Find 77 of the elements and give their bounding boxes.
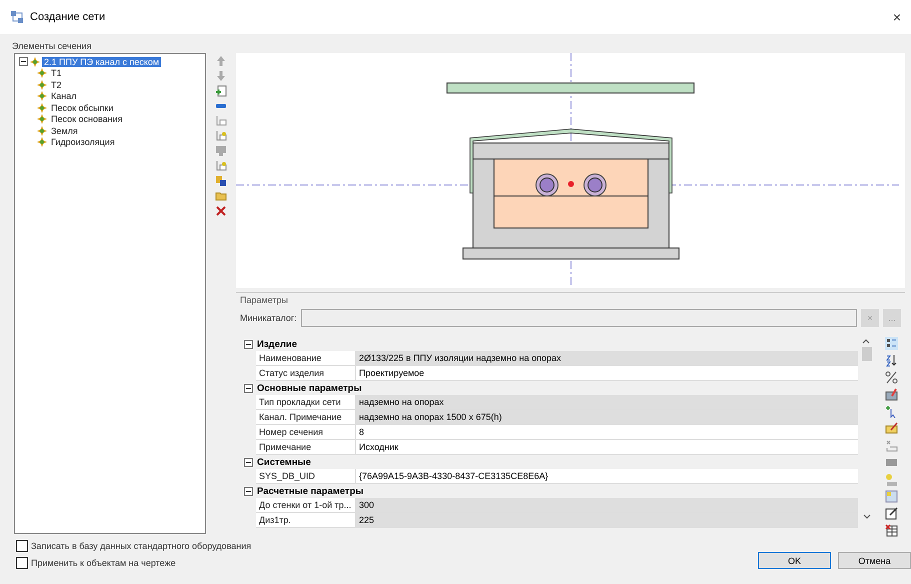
field-label: Миникаталог:: [240, 313, 297, 323]
checkbox[interactable]: [16, 557, 28, 569]
property-value[interactable]: {76A99A15-9A3B-4330-8437-CE3135CE8E6A}: [356, 469, 858, 483]
property-name: Тип прокладки сети: [256, 395, 356, 409]
image-edit-icon[interactable]: [884, 388, 898, 401]
dialog-button[interactable]: Отмена: [838, 552, 911, 569]
folder-icon[interactable]: [215, 190, 227, 202]
property-value[interactable]: 225: [356, 513, 858, 527]
collapse-icon[interactable]: [244, 384, 253, 392]
property-value[interactable]: 2Ø133/225 в ППУ изоляции надземно на опорах: [356, 351, 858, 365]
minicatalog-field[interactable]: [300, 309, 857, 327]
property-name: Диз1тр.: [256, 513, 356, 527]
node-icon: [37, 126, 47, 136]
property-name: Номер сечения: [256, 425, 356, 439]
grid-icon[interactable]: [884, 490, 898, 503]
node-icon: [37, 68, 47, 78]
tree-item[interactable]: T2: [49, 80, 64, 90]
note-edit-icon[interactable]: [884, 422, 898, 435]
property-value[interactable]: надземно на опорах 1500 x 675(h): [356, 410, 858, 424]
property-name: Статус изделия: [256, 366, 356, 380]
collapse-icon[interactable]: [19, 57, 28, 66]
app-icon: [10, 10, 24, 24]
scrollbar[interactable]: [860, 337, 874, 520]
checkbox-label: Применить к объектам на чертеже: [31, 558, 176, 568]
tree-item[interactable]: T1: [49, 68, 64, 78]
property-value[interactable]: 8: [356, 425, 858, 439]
sort-icon[interactable]: [884, 354, 898, 367]
node-icon: [37, 114, 47, 124]
section-label: Элементы сечения: [11, 40, 92, 53]
tree-item[interactable]: 2.1 ППУ ПЭ канал с песком: [42, 56, 162, 67]
tree-item[interactable]: Канал: [49, 91, 78, 102]
property-value[interactable]: надземно на опорах: [356, 395, 858, 409]
tree-item[interactable]: Гидроизоляция: [49, 137, 117, 148]
save-icon[interactable]: [215, 175, 227, 187]
tree-item[interactable]: Песок обсыпки: [49, 102, 116, 113]
node-icon: [37, 137, 47, 148]
checkbox[interactable]: [16, 540, 28, 552]
layer-add-icon[interactable]: [215, 130, 227, 142]
cursor-add-icon[interactable]: [884, 405, 898, 418]
property-name: SYS_DB_UID: [256, 469, 356, 483]
checkbox-label: Записать в базу данных стандартного оборудования: [31, 541, 252, 551]
scroll-up-icon[interactable]: [862, 338, 870, 345]
collapse-icon[interactable]: [244, 486, 253, 496]
categorized-icon[interactable]: [884, 337, 898, 350]
category-header: Изделие: [257, 338, 298, 350]
node-icon: [37, 80, 47, 90]
tree-item[interactable]: Земля: [49, 126, 80, 136]
light-list-icon[interactable]: [884, 473, 898, 486]
category-header: Системные: [257, 456, 311, 468]
close-button[interactable]: ×: [890, 9, 903, 25]
scroll-down-icon[interactable]: [863, 513, 871, 520]
node-icon: [37, 91, 47, 102]
collapse-icon[interactable]: [244, 340, 253, 348]
table-delete-icon[interactable]: [884, 524, 898, 537]
category-header: Расчетные параметры: [257, 486, 364, 496]
property-name: Канал. Примечание: [256, 410, 356, 424]
tree-item[interactable]: Песок основания: [49, 114, 125, 124]
property-name: Примечание: [256, 440, 356, 454]
window-title: Создание сети: [30, 11, 106, 23]
property-name: До стенки от 1-ой тр...: [256, 498, 356, 512]
scroll-thumb[interactable]: [862, 347, 872, 361]
property-value[interactable]: 300: [356, 498, 858, 512]
delete-icon[interactable]: [215, 205, 227, 217]
property-name: Наименование: [256, 351, 356, 365]
property-value[interactable]: Проектируемое: [356, 366, 858, 380]
layer-icon[interactable]: [215, 115, 227, 127]
dialog-button[interactable]: OK: [758, 552, 831, 569]
edit-icon[interactable]: [884, 507, 898, 520]
property-value[interactable]: Исходник: [356, 440, 858, 454]
layer-add-icon[interactable]: [215, 160, 227, 172]
percent-icon[interactable]: [884, 371, 898, 384]
group-title: Параметры: [240, 295, 289, 307]
node-icon: [37, 102, 47, 113]
category-header: Основные параметры: [257, 382, 362, 394]
node-icon: [30, 56, 40, 67]
page-add-icon[interactable]: [215, 85, 227, 97]
collapse-icon[interactable]: [244, 458, 253, 466]
